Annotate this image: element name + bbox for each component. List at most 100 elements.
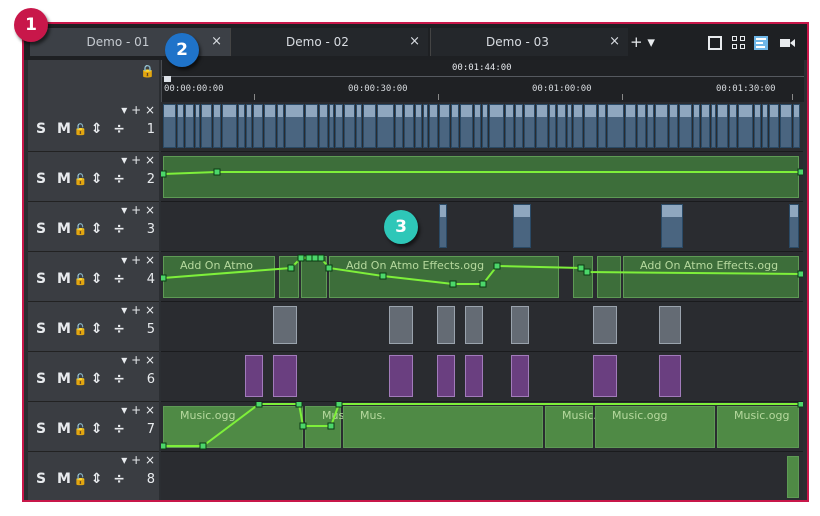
video-clip[interactable] [573, 104, 583, 148]
track-options-icon[interactable]: ▾ + × [121, 103, 155, 117]
video-clip[interactable] [625, 104, 636, 148]
volume-envelope[interactable] [161, 252, 803, 302]
video-clip[interactable] [505, 104, 514, 148]
track-controls[interactable]: S M🔓⇕ ÷ [36, 221, 128, 237]
video-clip[interactable] [536, 104, 548, 148]
video-clip[interactable] [584, 104, 597, 148]
video-clip[interactable] [344, 104, 355, 148]
track-lane-2[interactable] [161, 152, 803, 202]
track-height-icon[interactable]: ⇕ ÷ [91, 421, 128, 437]
track-controls[interactable]: S M🔓⇕ ÷ [36, 371, 128, 387]
close-icon[interactable]: × [409, 28, 420, 56]
volume-envelope[interactable] [161, 152, 803, 202]
video-clip[interactable] [549, 104, 556, 148]
video-clip[interactable] [482, 104, 488, 148]
video-clip[interactable] [598, 104, 606, 148]
video-clip[interactable] [693, 104, 700, 148]
video-clip[interactable] [557, 104, 566, 148]
effect-clip[interactable] [273, 355, 297, 397]
lock-icon[interactable]: 🔒 [140, 64, 155, 78]
video-clip[interactable] [451, 104, 459, 148]
video-clip[interactable] [793, 104, 800, 148]
track-controls[interactable]: S M🔓⇕ ÷ [36, 171, 128, 187]
effect-clip[interactable] [245, 355, 263, 397]
tab-demo-02[interactable]: Demo - 02 × [230, 28, 428, 56]
video-clip[interactable] [363, 104, 376, 148]
track-height-icon[interactable]: ⇕ ÷ [91, 471, 128, 487]
video-clip[interactable] [729, 104, 737, 148]
lock-icon[interactable]: 🔓 [74, 223, 91, 236]
mute-button[interactable]: M [57, 321, 74, 337]
video-clip[interactable] [738, 104, 753, 148]
track-controls[interactable]: S M🔓⇕ ÷ [36, 421, 128, 437]
solo-button[interactable]: S [36, 321, 49, 337]
effect-clip[interactable] [465, 355, 483, 397]
video-clip[interactable] [515, 104, 523, 148]
video-clip[interactable] [754, 104, 761, 148]
video-clip[interactable] [524, 104, 535, 148]
timeline-tracks-icon[interactable] [754, 36, 768, 50]
mute-button[interactable]: M [57, 421, 74, 437]
lock-icon[interactable]: 🔓 [74, 423, 91, 436]
track-height-icon[interactable]: ⇕ ÷ [91, 121, 128, 137]
timeline-ruler[interactable]: 00:01:44:00 00:00:00:00 00:00:30:00 00:0… [161, 60, 804, 102]
solo-button[interactable]: S [36, 271, 49, 287]
video-clip[interactable] [647, 104, 654, 148]
effect-clip[interactable] [511, 355, 529, 397]
mute-button[interactable]: M [57, 171, 74, 187]
track-height-icon[interactable]: ⇕ ÷ [91, 321, 128, 337]
mute-button[interactable]: M [57, 471, 74, 487]
tab-demo-01[interactable]: Demo - 01 × [30, 28, 230, 56]
video-clip[interactable] [513, 204, 531, 248]
track-height-icon[interactable]: ⇕ ÷ [91, 221, 128, 237]
video-clip[interactable] [669, 104, 678, 148]
effect-clip[interactable] [593, 355, 617, 397]
video-clip[interactable] [319, 104, 328, 148]
track-controls[interactable]: S M🔓⇕ ÷ [36, 321, 128, 337]
video-clip[interactable] [404, 104, 414, 148]
video-clip[interactable] [429, 104, 438, 148]
video-clip[interactable] [177, 104, 184, 148]
track-lane-7[interactable]: Music.ogg Musi Mus. Music. Music.ogg Music.og… [161, 402, 803, 452]
title-clip[interactable] [659, 306, 681, 344]
video-clip[interactable] [780, 104, 792, 148]
grid-view-icon[interactable] [732, 36, 746, 50]
lock-icon[interactable]: 🔓 [74, 473, 91, 486]
mute-button[interactable]: M [57, 371, 74, 387]
video-clip[interactable] [607, 104, 624, 148]
track-options-icon[interactable]: ▾ + × [121, 253, 155, 267]
video-clip[interactable] [637, 104, 646, 148]
solo-button[interactable]: S [36, 371, 49, 387]
video-clip[interactable] [395, 104, 403, 148]
video-clip[interactable] [717, 104, 728, 148]
title-clip[interactable] [273, 306, 297, 344]
track-controls[interactable]: S M🔓⇕ ÷ [36, 121, 128, 137]
close-icon[interactable]: × [609, 28, 620, 56]
title-clip[interactable] [511, 306, 529, 344]
video-clip[interactable] [415, 104, 422, 148]
track-controls[interactable]: S M🔓⇕ ÷ [36, 471, 128, 487]
track-lane-4[interactable]: Add On Atmo Add On Atmo Effects.ogg Add On… [161, 252, 803, 302]
tab-demo-03[interactable]: Demo - 03 × [430, 28, 628, 56]
playhead-handle[interactable] [164, 76, 171, 82]
video-clip[interactable] [439, 104, 450, 148]
video-clip[interactable] [439, 204, 447, 248]
video-clip[interactable] [789, 204, 799, 248]
video-clip[interactable] [185, 104, 194, 148]
video-clip[interactable] [163, 104, 176, 148]
solo-button[interactable]: S [36, 171, 49, 187]
video-clip[interactable] [711, 104, 716, 148]
title-clip[interactable] [465, 306, 483, 344]
video-clip[interactable] [335, 104, 343, 148]
track-height-icon[interactable]: ⇕ ÷ [91, 171, 128, 187]
single-monitor-icon[interactable] [708, 36, 722, 50]
track-options-icon[interactable]: ▾ + × [121, 353, 155, 367]
video-clip[interactable] [329, 104, 334, 148]
close-icon[interactable]: × [211, 28, 222, 56]
track-lane-3[interactable] [161, 202, 803, 252]
video-clip[interactable] [701, 104, 710, 148]
effect-clip[interactable] [659, 355, 681, 397]
mute-button[interactable]: M [57, 221, 74, 237]
solo-button[interactable]: S [36, 421, 49, 437]
lock-icon[interactable]: 🔓 [74, 173, 91, 186]
